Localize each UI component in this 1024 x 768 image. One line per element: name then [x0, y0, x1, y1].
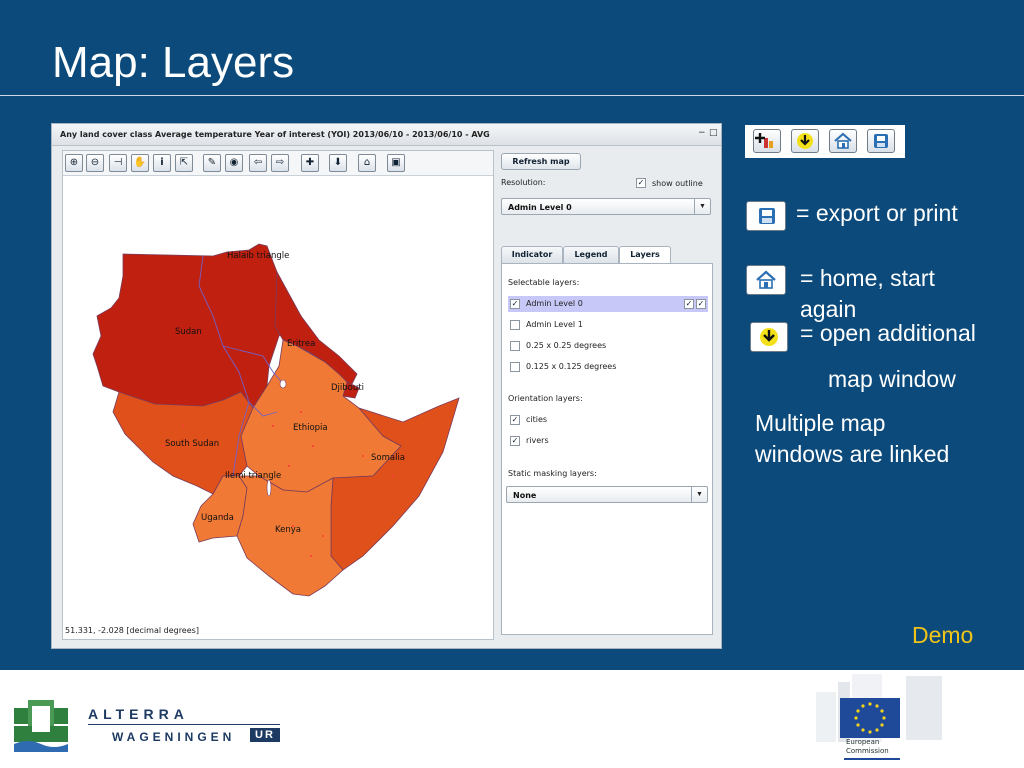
map-panel: ⊕ ⊖ ⊣ ✋ i ⇱ ✎ ◉ ⇦ ⇨ ✚ ⬇ ⌂ ▣ Halaib trian… — [62, 150, 494, 640]
home-icon — [746, 265, 786, 295]
forward-arrow-icon[interactable]: ⇨ — [271, 154, 289, 172]
layer-row-admin0[interactable]: ✓ Admin Level 0 ✓ ✓ — [508, 296, 708, 312]
chevron-down-icon: ▼ — [694, 199, 710, 214]
zoom-in-icon[interactable]: ⊕ — [65, 154, 83, 172]
ec-wordmark: European Commission — [846, 738, 889, 756]
resolution-label: Resolution: — [501, 178, 546, 187]
demo-link[interactable]: Demo — [912, 622, 973, 649]
alterra-wordmark: ALTERRA — [88, 706, 189, 722]
open-window-icon[interactable] — [791, 129, 819, 153]
region-kenya — [236, 475, 344, 597]
resolution-select[interactable]: Admin Level 0 ▼ — [501, 198, 711, 215]
layer-label: 0.125 x 0.125 degrees — [526, 362, 617, 371]
layer-checkbox[interactable] — [510, 362, 520, 372]
select-icon[interactable]: ⇱ — [175, 154, 193, 172]
map-label-kenya: Kenya — [275, 525, 301, 535]
map-label-somalia: Somalia — [371, 453, 405, 463]
layer-row-rivers[interactable]: ✓ rivers — [508, 433, 708, 449]
add-chart-icon[interactable] — [753, 129, 781, 153]
alterra-divider — [88, 724, 280, 725]
east-africa-map: Halaib triangle Sudan Eritrea Djibouti E… — [92, 243, 460, 597]
title-divider — [0, 95, 1024, 96]
map-label-sudan: Sudan — [175, 327, 202, 337]
layer-label: rivers — [526, 436, 549, 445]
layer-checkbox[interactable] — [510, 341, 520, 351]
map-label-ethiopia: Ethiopia — [293, 423, 328, 433]
ec-wordmark-line2: Commission — [846, 747, 889, 755]
layer-checkbox[interactable] — [510, 320, 520, 330]
layer-checkbox[interactable]: ✓ — [510, 436, 520, 446]
lake-turkana — [266, 479, 272, 497]
info-icon[interactable]: i — [153, 154, 171, 172]
measure-icon[interactable]: ⊣ — [109, 154, 127, 172]
note-open-line2: map window — [828, 366, 956, 392]
orientation-layers-title: Orientation layers: — [508, 394, 583, 403]
layer-option-checkbox[interactable]: ✓ — [696, 299, 706, 309]
maximize-icon[interactable]: □ — [709, 128, 718, 138]
map-app-window: Any land cover class Average temperature… — [51, 123, 722, 649]
masking-layers-title: Static masking layers: — [508, 469, 597, 478]
masking-select[interactable]: None ▼ — [506, 486, 708, 503]
resolution-select-value: Admin Level 0 — [508, 203, 572, 212]
layer-label: 0.25 x 0.25 degrees — [526, 341, 607, 350]
masking-select-value: None — [513, 491, 537, 500]
show-outline-checkbox[interactable]: ✓ — [636, 178, 646, 188]
note-export: = export or print — [796, 200, 958, 226]
layer-label: Admin Level 0 — [526, 299, 583, 308]
back-arrow-icon[interactable]: ⇦ — [249, 154, 267, 172]
ec-wordmark-line1: European — [846, 738, 880, 746]
note-open-line1: = open additional — [800, 320, 976, 346]
map-label-uganda: Uganda — [201, 513, 234, 523]
map-label-south-sudan: South Sudan — [165, 439, 219, 449]
lake-tana — [279, 379, 287, 389]
toolbar-icons-legend — [745, 125, 905, 158]
layer-checkbox[interactable]: ✓ — [510, 299, 520, 309]
open-window-icon[interactable]: ⬇ — [329, 154, 347, 172]
wageningen-wordmark: WAGENINGEN — [112, 730, 236, 744]
tab-indicator[interactable]: Indicator — [501, 246, 563, 264]
globe-icon[interactable]: ◉ — [225, 154, 243, 172]
layers-tab-body: Selectable layers: ✓ Admin Level 0 ✓ ✓ A… — [501, 263, 713, 635]
ur-badge: UR — [250, 728, 280, 742]
map-side-panel: Refresh map Resolution: ✓ show outline A… — [499, 150, 713, 640]
open-window-icon — [750, 322, 788, 352]
note-linked-line2: windows are linked — [755, 441, 950, 467]
zoom-out-icon[interactable]: ⊖ — [86, 154, 104, 172]
layer-row-cities[interactable]: ✓ cities — [508, 412, 708, 428]
slide-title: Map: Layers — [52, 38, 295, 87]
app-title: Any land cover class Average temperature… — [60, 130, 490, 139]
map-label-eritrea: Eritrea — [287, 339, 315, 349]
layer-option-checkbox[interactable]: ✓ — [684, 299, 694, 309]
app-titlebar: Any land cover class Average temperature… — [52, 124, 721, 146]
layer-label: Admin Level 1 — [526, 320, 583, 329]
pan-hand-icon[interactable]: ✋ — [131, 154, 149, 172]
map-label-ilemi: Ilemi triangle — [225, 471, 281, 481]
layer-row-025[interactable]: 0.25 x 0.25 degrees — [508, 338, 708, 354]
layer-label: cities — [526, 415, 548, 424]
map-toolbar: ⊕ ⊖ ⊣ ✋ i ⇱ ✎ ◉ ⇦ ⇨ ✚ ⬇ ⌂ ▣ — [63, 151, 493, 175]
layer-row-admin1[interactable]: Admin Level 1 — [508, 317, 708, 333]
minimize-icon[interactable]: − — [698, 128, 706, 138]
coordinate-readout: 51.331, -2.028 [decimal degrees] — [65, 626, 199, 635]
refresh-map-button[interactable]: Refresh map — [501, 153, 581, 170]
save-icon[interactable]: ▣ — [387, 154, 405, 172]
layer-row-0125[interactable]: 0.125 x 0.125 degrees — [508, 359, 708, 375]
note-linked-line1: Multiple map — [755, 410, 886, 436]
chevron-down-icon: ▼ — [691, 487, 707, 502]
add-chart-icon[interactable]: ✚ — [301, 154, 319, 172]
show-outline-label: show outline — [652, 179, 703, 188]
map-canvas[interactable]: Halaib triangle Sudan Eritrea Djibouti E… — [63, 175, 493, 621]
home-icon[interactable]: ⌂ — [358, 154, 376, 172]
layer-checkbox[interactable]: ✓ — [510, 415, 520, 425]
tab-legend[interactable]: Legend — [563, 246, 619, 264]
map-label-djibouti: Djibouti — [331, 383, 364, 393]
selectable-layers-title: Selectable layers: — [508, 278, 580, 287]
home-icon[interactable] — [829, 129, 857, 153]
bookmark-icon[interactable]: ✎ — [203, 154, 221, 172]
alterra-emblem — [14, 700, 68, 752]
note-home-line1: = home, start — [800, 265, 935, 291]
save-icon[interactable] — [867, 129, 895, 153]
save-icon — [746, 201, 786, 231]
map-label-halaib: Halaib triangle — [227, 251, 289, 261]
